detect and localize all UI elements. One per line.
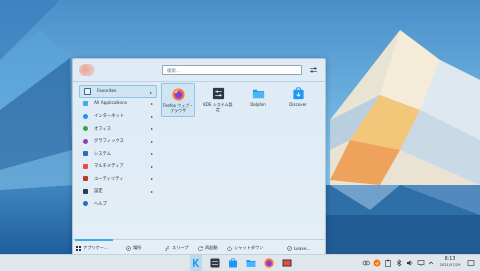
display-icon[interactable]: [417, 259, 425, 267]
category-label: システム: [94, 151, 112, 157]
user-avatar[interactable]: [79, 64, 95, 76]
clock-date: 2021/07/29: [439, 263, 461, 267]
settings-icon: [83, 188, 88, 194]
system-icon: [83, 151, 88, 157]
category-label: インターネット: [94, 114, 125, 120]
app-discover[interactable]: Discover: [281, 83, 315, 117]
configure-button[interactable]: [308, 65, 319, 75]
category-list: Favorites ▸ All Applications ▸ インターネット ▸…: [79, 85, 157, 210]
tab-places[interactable]: 場所: [126, 244, 141, 252]
restart-label: 再起動: [205, 245, 218, 250]
category-utilities[interactable]: ユーティリティ ▸: [79, 173, 157, 186]
category-label: ヘルプ: [94, 201, 107, 207]
restart-icon: [198, 245, 203, 251]
grid-icon: [76, 245, 81, 251]
app-dolphin[interactable]: Dolphin: [241, 83, 275, 117]
sliders-icon: [310, 67, 317, 73]
chevron-right-icon: ▸: [150, 151, 153, 156]
restart-button[interactable]: 再起動: [198, 244, 218, 252]
sleep-button[interactable]: スリープ: [165, 244, 189, 252]
firefox-icon[interactable]: [264, 258, 274, 268]
category-settings[interactable]: 設定 ▸: [79, 185, 157, 198]
grid-icon: [83, 101, 88, 107]
bluetooth-icon[interactable]: [395, 259, 403, 267]
help-icon: [83, 201, 88, 207]
app-label: KDE システム設定: [203, 102, 233, 112]
tab-places-label: 場所: [133, 245, 142, 250]
taskbar: 8:13 2021/07/29: [0, 254, 480, 271]
shutdown-label: シャットダウン: [234, 245, 264, 250]
shutdown-button[interactable]: シャットダウン: [227, 244, 263, 252]
category-label: Favorites: [97, 88, 117, 94]
digital-clock[interactable]: 8:13 2021/07/29: [437, 257, 463, 268]
multimedia-icon: [83, 163, 88, 169]
category-label: All Applications: [94, 101, 127, 107]
category-office[interactable]: オフィス ▸: [79, 123, 157, 136]
chevron-right-icon: ▸: [150, 101, 153, 106]
chevron-right-icon: ▸: [150, 126, 153, 131]
category-graphics[interactable]: グラフィックス ▸: [79, 135, 157, 148]
app-label: Firefox ウェブ・ブラウザ: [162, 103, 194, 113]
active-tab-indicator: [75, 239, 113, 241]
search-input[interactable]: [162, 65, 302, 75]
leave-icon: [287, 245, 292, 251]
graphics-icon: [83, 138, 88, 144]
category-all-applications[interactable]: All Applications ▸: [79, 98, 157, 111]
application-launcher: Favorites ▸ All Applications ▸ インターネット ▸…: [72, 58, 326, 256]
app-firefox[interactable]: Firefox ウェブ・ブラウザ: [161, 83, 195, 117]
sleep-icon: [165, 245, 170, 251]
chevron-right-icon: ▸: [150, 113, 153, 119]
discover-notifier-icon[interactable]: [373, 259, 381, 267]
app-label: Dolphin: [250, 102, 266, 107]
volume-icon[interactable]: [406, 259, 414, 267]
folder-icon[interactable]: [246, 258, 256, 268]
category-internet[interactable]: インターネット ▸: [79, 110, 157, 123]
chevron-right-icon: ▸: [149, 89, 152, 95]
discover-icon: [292, 87, 304, 100]
discover-icon[interactable]: [228, 258, 238, 268]
category-label: 設定: [94, 189, 103, 195]
show-desktop-icon[interactable]: [282, 258, 292, 268]
category-label: ユーティリティ: [94, 176, 124, 182]
app-label: Discover: [289, 102, 307, 107]
folder-icon: [252, 89, 264, 99]
chevron-up-icon[interactable]: [427, 259, 435, 267]
leave-label: Leave...: [294, 245, 311, 251]
clipboard-icon[interactable]: [384, 259, 392, 267]
office-icon: [83, 126, 88, 132]
category-favorites[interactable]: Favorites ▸: [79, 85, 157, 98]
sleep-label: スリープ: [172, 245, 189, 250]
category-help[interactable]: ヘルプ: [79, 198, 157, 211]
category-label: オフィス: [94, 126, 112, 132]
chevron-right-icon: ▸: [150, 176, 153, 181]
chevron-right-icon: ▸: [150, 163, 153, 169]
compass-icon: [126, 245, 131, 251]
tab-applications-label: アプリケー…: [83, 245, 109, 250]
category-label: マルチメディア: [94, 164, 124, 170]
power-icon: [227, 245, 232, 251]
chevron-right-icon: ▸: [150, 188, 153, 194]
firefox-icon: [171, 88, 185, 101]
globe-icon: [83, 113, 88, 119]
system-settings-icon: [212, 87, 224, 100]
utilities-icon: [83, 176, 88, 182]
category-system[interactable]: システム ▸: [79, 148, 157, 161]
launcher-header: [73, 59, 325, 82]
show-desktop-icon[interactable]: [467, 259, 475, 267]
system-settings-icon[interactable]: [210, 258, 220, 268]
network-manager-icon[interactable]: [362, 259, 370, 267]
bookmark-icon: [84, 87, 91, 95]
chevron-right-icon: ▸: [150, 138, 153, 144]
app-launcher-button[interactable]: [191, 258, 201, 268]
category-multimedia[interactable]: マルチメディア ▸: [79, 160, 157, 173]
leave-button[interactable]: Leave...: [287, 244, 310, 252]
category-label: グラフィックス: [94, 139, 124, 145]
app-system-settings[interactable]: KDE システム設定: [201, 83, 235, 117]
